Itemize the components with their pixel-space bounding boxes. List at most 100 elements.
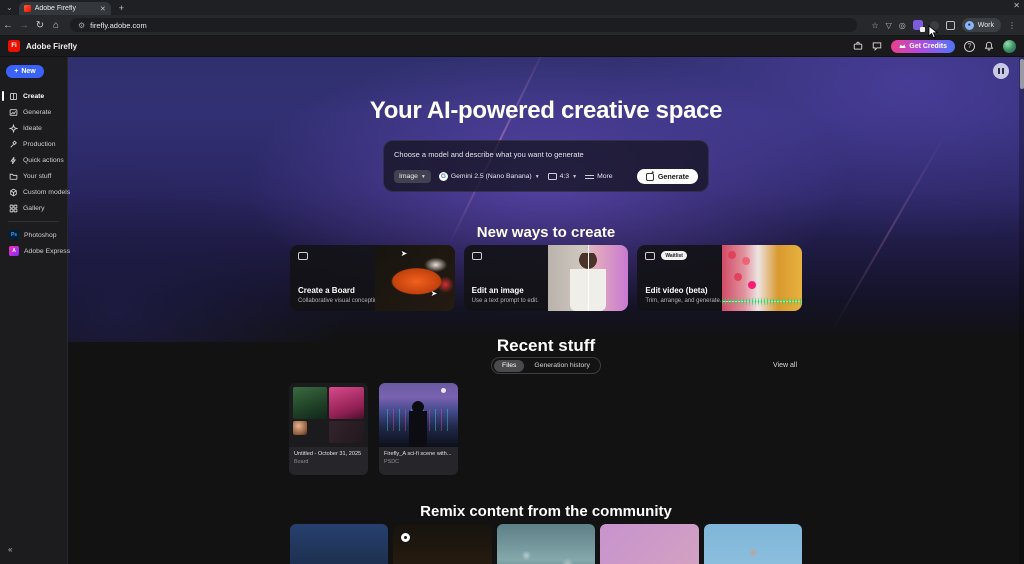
main-content: Your AI-powered creative space Choose a … <box>68 57 1024 564</box>
crown-icon <box>899 43 906 49</box>
cursor-icon: ➤ <box>431 289 438 298</box>
sidebar-item-adobe-express[interactable]: A Adobe Express <box>0 243 67 259</box>
filter-extension-icon[interactable]: ▽ <box>886 21 892 30</box>
sidebar-item-production[interactable]: Production <box>0 136 67 152</box>
community-tile[interactable] <box>497 524 595 564</box>
feedback-icon[interactable] <box>872 41 882 51</box>
quick-actions-icon <box>9 156 18 165</box>
plus-icon: + <box>14 68 18 75</box>
prompt-card[interactable]: Choose a model and describe what you wan… <box>383 140 709 192</box>
profile-label: Work <box>978 22 994 29</box>
browser-menu-icon[interactable]: ⋮ <box>1008 21 1016 30</box>
sidebar-item-ideate[interactable]: Ideate <box>0 120 67 136</box>
get-credits-button[interactable]: Get Credits <box>891 40 955 53</box>
purple-extension-icon[interactable] <box>913 20 923 30</box>
help-icon[interactable]: ? <box>964 41 975 52</box>
new-tab-button[interactable]: + <box>119 3 124 13</box>
community-tile[interactable] <box>704 524 802 564</box>
page-scrollbar[interactable] <box>1019 57 1024 564</box>
apps-icon[interactable] <box>853 41 863 51</box>
window-close-icon[interactable]: ✕ <box>1013 1 1020 10</box>
extensions-icon[interactable] <box>946 21 955 30</box>
tab-files[interactable]: Files <box>494 360 524 372</box>
hero-title: Your AI-powered creative space <box>68 97 1024 125</box>
forward-icon[interactable]: → <box>16 20 32 31</box>
tab-title: Adobe Firefly <box>35 5 96 12</box>
card-subtitle: Trim, arrange, and generate. <box>645 298 721 304</box>
app-header-actions: Get Credits ? <box>853 40 1016 53</box>
new-button[interactable]: + New <box>6 65 44 78</box>
aspect-ratio-label: 4:3 <box>560 173 569 180</box>
sidebar-item-gallery[interactable]: Gallery <box>0 200 67 216</box>
sidebar-item-generate[interactable]: Generate <box>0 104 67 120</box>
sidebar-collapse-icon[interactable]: « <box>8 545 12 554</box>
create-icon <box>9 92 18 101</box>
moon-art <box>441 388 446 393</box>
sidebar-divider <box>8 221 59 222</box>
recent-file-card[interactable]: Firefly_A sci-fi scene with... PSDC <box>379 383 458 475</box>
model-label: Gemini 2.5 (Nano Banana) <box>451 173 532 180</box>
bell-icon[interactable] <box>984 41 994 51</box>
browser-tab[interactable]: Adobe Firefly ✕ <box>19 2 111 15</box>
edit-video-card[interactable]: Waitlist Edit video (beta) Trim, arrange… <box>637 245 802 311</box>
model-dropdown[interactable]: G Gemini 2.5 (Nano Banana) ▼ <box>439 172 540 181</box>
recent-file-card[interactable]: Untitled - October 31, 2025 at... Board <box>289 383 368 475</box>
scrollbar-thumb[interactable] <box>1020 59 1024 89</box>
sliders-icon <box>585 173 594 181</box>
ideate-icon <box>9 124 18 133</box>
sidebar-item-label: Gallery <box>23 205 45 212</box>
sidebar-item-custom-models[interactable]: Custom models <box>0 184 67 200</box>
reload-icon[interactable]: ↻ <box>32 20 48 31</box>
sidebar-item-label: Custom models <box>23 189 70 196</box>
sidebar-item-your-stuff[interactable]: Your stuff <box>0 168 67 184</box>
more-settings-button[interactable]: More <box>585 173 613 181</box>
card-title: Create a Board <box>298 286 355 295</box>
generate-button[interactable]: Generate <box>637 169 698 184</box>
sidebar-item-photoshop[interactable]: Ps Photoshop <box>0 227 67 243</box>
sidebar-item-label: Ideate <box>23 125 42 132</box>
file-type: Board <box>294 459 363 465</box>
user-avatar[interactable] <box>1003 40 1016 53</box>
community-tile[interactable] <box>600 524 698 564</box>
google-g-icon: G <box>439 172 448 181</box>
file-meta: Firefly_A sci-fi scene with... PSDC <box>379 447 458 465</box>
brand-title: Adobe Firefly <box>26 42 77 51</box>
new-ways-cards: Create a Board Collaborative visual conc… <box>290 245 802 311</box>
chevron-down-icon: ▼ <box>421 174 426 180</box>
edit-image-card[interactable]: Edit an image Use a text prompt to edit. <box>464 245 629 311</box>
content-type-label: Image <box>399 173 418 180</box>
view-all-link[interactable]: View all <box>773 362 797 369</box>
new-button-label: New <box>21 68 35 75</box>
tab-generation-history[interactable]: Generation history <box>526 360 598 372</box>
url-text: firefly.adobe.com <box>90 21 147 30</box>
profile-avatar-icon: ● <box>965 21 974 30</box>
sidebar-item-create[interactable]: Create <box>0 88 67 104</box>
url-bar[interactable]: ⚙ firefly.adobe.com <box>70 18 857 32</box>
sidebar-item-quick-actions[interactable]: Quick actions <box>0 152 67 168</box>
generate-label: Generate <box>658 172 689 181</box>
firefly-logo[interactable]: Fi <box>8 40 20 52</box>
photoshop-icon: Ps <box>9 230 19 240</box>
site-info-icon[interactable]: ⚙ <box>78 21 85 30</box>
aspect-ratio-dropdown[interactable]: 4:3 ▼ <box>548 173 577 180</box>
create-board-card[interactable]: Create a Board Collaborative visual conc… <box>290 245 455 311</box>
community-tile[interactable] <box>393 524 491 564</box>
prompt-hint[interactable]: Choose a model and describe what you wan… <box>394 150 698 159</box>
pause-animation-button[interactable] <box>993 63 1009 79</box>
tab-close-icon[interactable]: ✕ <box>100 5 106 13</box>
content-type-dropdown[interactable]: Image ▼ <box>394 170 431 183</box>
tab-search-icon[interactable]: ⌄ <box>6 3 13 12</box>
recent-files-row: Untitled - October 31, 2025 at... Board … <box>289 383 458 475</box>
home-icon[interactable]: ⌂ <box>48 20 64 31</box>
board-card-art: ➤ ➤ <box>375 245 455 311</box>
card-title: Edit video (beta) <box>645 286 707 295</box>
community-tile[interactable] <box>290 524 388 564</box>
back-icon[interactable]: ← <box>0 20 16 31</box>
card-subtitle: Use a text prompt to edit. <box>472 298 539 304</box>
eye-extension-icon[interactable]: ◎ <box>899 21 906 30</box>
browser-profile-chip[interactable]: ● Work <box>962 18 1001 32</box>
video-frames-art <box>728 251 736 259</box>
file-title: Untitled - October 31, 2025 at... <box>294 451 363 457</box>
bookmark-star-icon[interactable]: ☆ <box>871 21 878 30</box>
round-extension-icon[interactable] <box>930 21 939 30</box>
